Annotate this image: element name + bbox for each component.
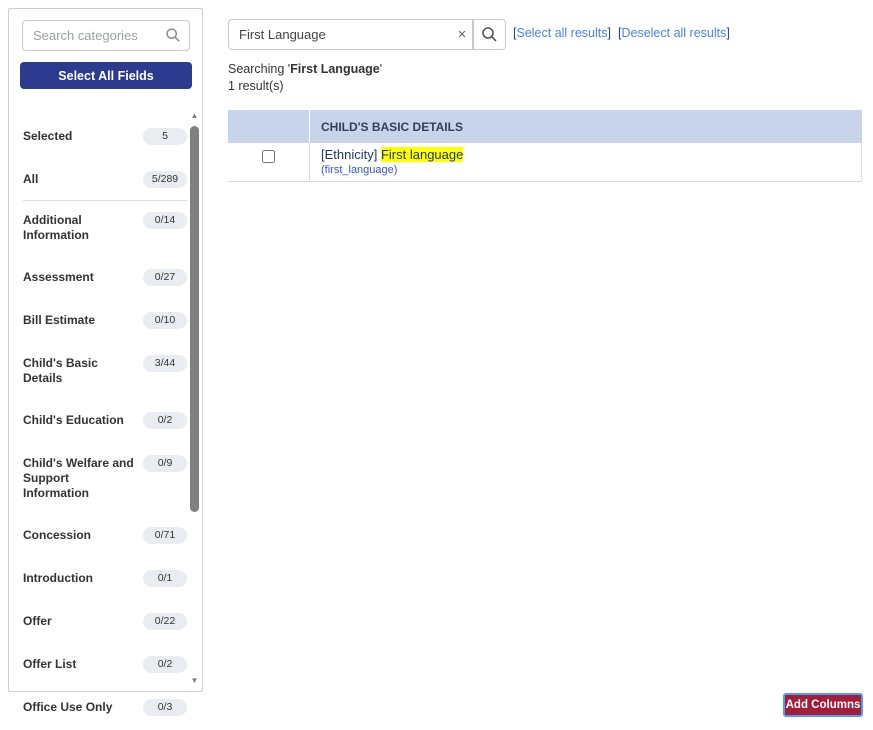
scrollbar-thumb[interactable] bbox=[190, 126, 199, 512]
table-row: [Ethnicity] First language (first_langua… bbox=[228, 143, 862, 182]
searching-line: Searching 'First Language' bbox=[228, 62, 383, 76]
count-badge: 0/27 bbox=[143, 269, 187, 286]
sidebar-item-label: Child's Welfare and Support Information bbox=[23, 456, 134, 500]
sidebar-scrollbar: ▲ ▼ bbox=[189, 109, 200, 688]
sidebar-item-childs-basic-details[interactable]: Child's Basic Details 3/44 bbox=[23, 355, 187, 386]
result-count: 1 result(s) bbox=[228, 79, 284, 93]
count-badge: 0/2 bbox=[143, 412, 187, 429]
add-columns-button[interactable]: Add Columns bbox=[783, 693, 863, 717]
sidebar-item-label: Child's Basic Details bbox=[23, 356, 98, 385]
table-header-category-cell: CHILD'S BASIC DETAILS bbox=[321, 119, 463, 134]
search-button[interactable] bbox=[473, 19, 506, 50]
category-list: Selected 5 All 5/289 Additional Informat… bbox=[23, 128, 187, 730]
select-all-fields-button[interactable]: Select All Fields bbox=[20, 62, 192, 89]
count-badge: 0/9 bbox=[143, 455, 187, 472]
sidebar-item-offer-list[interactable]: Offer List 0/2 bbox=[23, 656, 187, 673]
sidebar-item-label: Selected bbox=[23, 129, 73, 143]
sidebar-item-additional-information[interactable]: Additional Information 0/14 bbox=[23, 212, 187, 243]
sidebar-item-label: Offer List bbox=[23, 657, 77, 671]
count-badge: 0/14 bbox=[143, 212, 187, 229]
search-status: Searching 'First Language' 1 result(s) bbox=[228, 61, 382, 95]
field-search-input[interactable] bbox=[228, 19, 473, 50]
count-badge: 5 bbox=[143, 128, 187, 145]
sidebar-item-label: All bbox=[23, 172, 39, 186]
sidebar-item-label: Concession bbox=[23, 528, 92, 542]
sidebar-item-label: Offer bbox=[23, 614, 52, 628]
count-badge: 0/2 bbox=[143, 656, 187, 673]
count-badge: 0/10 bbox=[143, 312, 187, 329]
sidebar-item-all[interactable]: All 5/289 bbox=[23, 171, 187, 188]
sidebar-item-selected[interactable]: Selected 5 bbox=[23, 128, 187, 145]
sidebar-item-introduction[interactable]: Introduction 0/1 bbox=[23, 570, 187, 587]
table-header-row: CHILD'S BASIC DETAILS bbox=[228, 110, 862, 143]
sidebar-item-childs-education[interactable]: Child's Education 0/2 bbox=[23, 412, 187, 429]
search-icon bbox=[482, 27, 497, 42]
sidebar-item-label: Assessment bbox=[23, 270, 94, 284]
bulk-select-links: [Select all results] [Deselect all result… bbox=[513, 26, 730, 40]
checkbox-cell bbox=[228, 143, 310, 181]
sidebar-item-bill-estimate[interactable]: Bill Estimate 0/10 bbox=[23, 312, 187, 329]
select-all-results-link[interactable]: Select all results bbox=[516, 26, 607, 40]
count-badge: 3/44 bbox=[143, 355, 187, 372]
sidebar-item-assessment[interactable]: Assessment 0/27 bbox=[23, 269, 187, 286]
count-badge: 0/1 bbox=[143, 570, 187, 587]
results-table: CHILD'S BASIC DETAILS [Ethnicity] First … bbox=[228, 110, 862, 182]
sidebar-item-label: Introduction bbox=[23, 571, 93, 585]
scroll-down-arrow-icon[interactable]: ▼ bbox=[189, 676, 200, 686]
search-icon bbox=[166, 28, 180, 42]
sidebar-item-label: Bill Estimate bbox=[23, 313, 96, 327]
field-label: [Ethnicity] First language bbox=[321, 147, 464, 162]
result-checkbox[interactable] bbox=[262, 150, 275, 163]
highlighted-match: First language bbox=[380, 147, 464, 162]
table-header-checkbox-cell bbox=[228, 110, 310, 143]
bracket: ] bbox=[726, 26, 730, 40]
category-sidebar: Select All Fields Selected 5 All 5/289 A… bbox=[8, 8, 203, 716]
sidebar-item-office-use-only[interactable]: Office Use Only 0/3 bbox=[23, 699, 187, 716]
count-badge: 0/22 bbox=[143, 613, 187, 630]
sidebar-divider bbox=[23, 200, 187, 201]
sidebar-item-label: Child's Education bbox=[23, 413, 124, 427]
field-code: (first_language) bbox=[321, 164, 398, 176]
bracket: ] bbox=[607, 26, 611, 40]
sidebar-item-offer[interactable]: Offer 0/22 bbox=[23, 613, 187, 630]
count-badge: 0/3 bbox=[143, 699, 187, 716]
sidebar-item-label: Additional Information bbox=[23, 213, 89, 242]
sidebar-item-childs-welfare[interactable]: Child's Welfare and Support Information … bbox=[23, 455, 187, 501]
sidebar-item-label: Office Use Only bbox=[23, 700, 113, 714]
clear-search-icon[interactable]: × bbox=[450, 19, 474, 50]
count-badge: 5/289 bbox=[143, 171, 187, 188]
category-search bbox=[22, 20, 190, 51]
sidebar-item-concession[interactable]: Concession 0/71 bbox=[23, 527, 187, 544]
search-term: First Language bbox=[290, 62, 380, 76]
count-badge: 0/71 bbox=[143, 527, 187, 544]
field-picker-page: Select All Fields Selected 5 All 5/289 A… bbox=[0, 0, 873, 730]
field-cell: [Ethnicity] First language (first_langua… bbox=[310, 143, 861, 181]
deselect-all-results-link[interactable]: Deselect all results bbox=[621, 26, 726, 40]
scroll-up-arrow-icon[interactable]: ▲ bbox=[189, 111, 200, 121]
